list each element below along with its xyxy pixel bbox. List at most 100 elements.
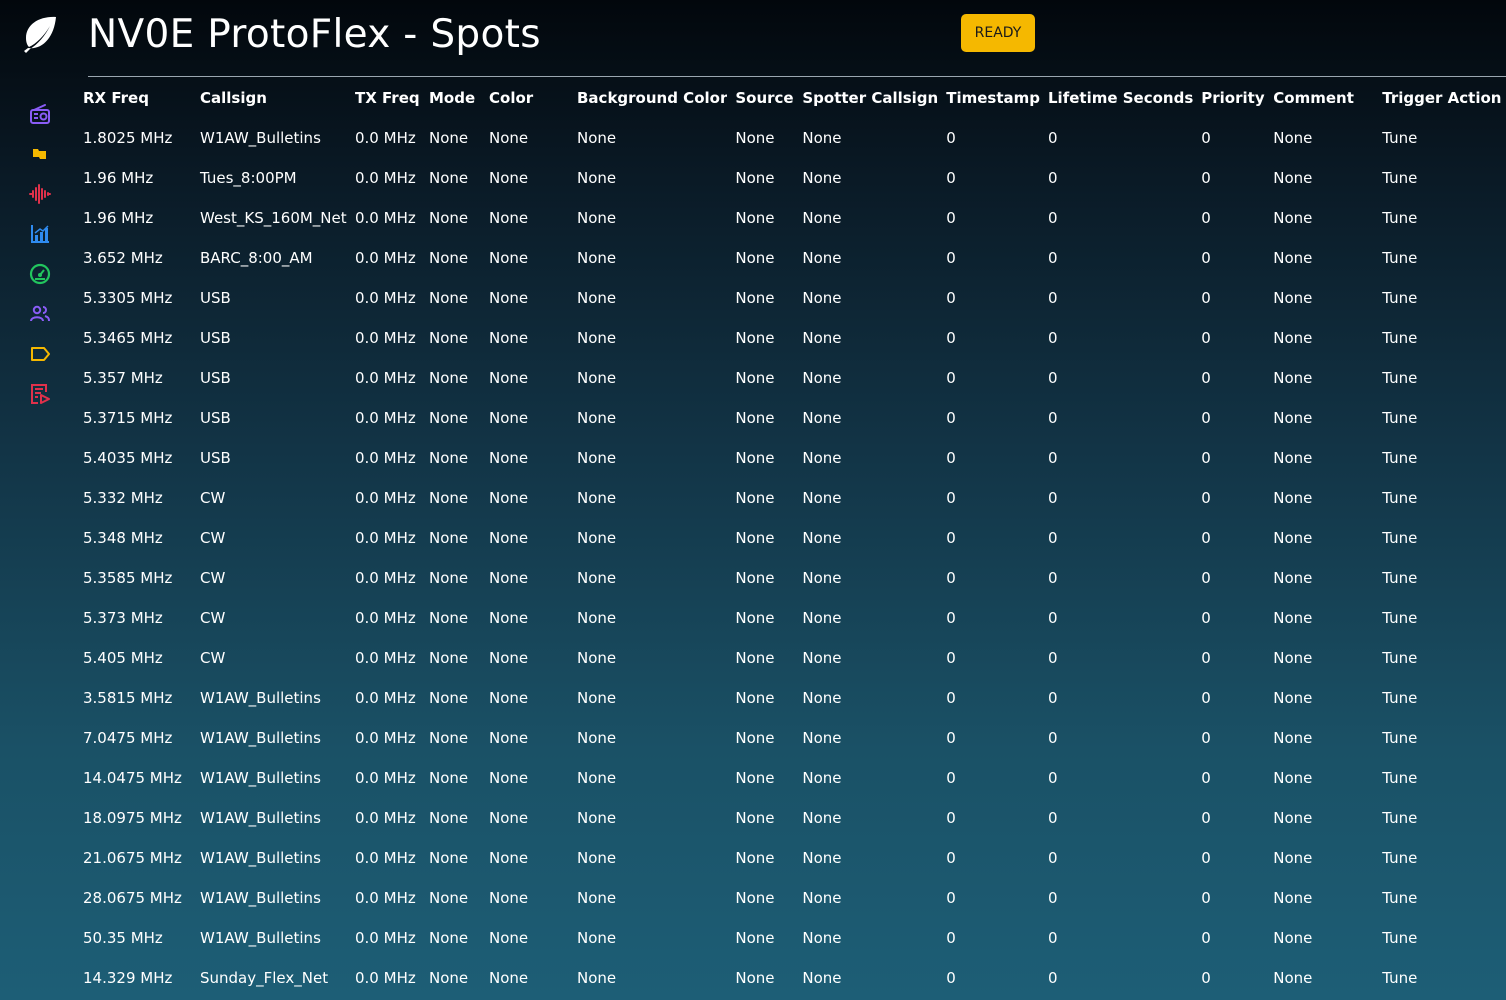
table-row[interactable]: 5.373 MHz CW 0.0 MHz None None None None None 0 0… — [75, 598, 1504, 638]
column-header-comment[interactable]: Comment — [1265, 78, 1374, 118]
table-row[interactable]: 14.329 MHz Sunday_Flex_Net 0.0 MHz None None… — [75, 958, 1504, 998]
column-header-tx-freq[interactable]: TX Freq — [347, 78, 421, 118]
table-row[interactable]: 3.652 MHz BARC_8:00_AM 0.0 MHz None None None… — [75, 238, 1504, 278]
table-row[interactable]: 5.3585 MHz CW 0.0 MHz None None None None None 0… — [75, 558, 1504, 598]
column-header-trigger-action[interactable]: Trigger Action — [1374, 78, 1504, 118]
spotter-callsign-cell: None — [802, 329, 842, 347]
rx-freq-cell: 5.332 MHz — [83, 489, 163, 507]
table-row[interactable]: 14.0475 MHz W1AW_Bulletins 0.0 MHz None None… — [75, 758, 1504, 798]
priority-cell: 0 — [1201, 529, 1211, 547]
color-cell: None — [489, 249, 529, 267]
sidebar-item-meters[interactable] — [24, 254, 56, 294]
color-cell: None — [489, 569, 529, 587]
priority-cell: 0 — [1201, 689, 1211, 707]
trigger-action-cell: Tune — [1382, 849, 1418, 867]
source-cell: None — [735, 489, 775, 507]
trigger-action-cell: Tune — [1382, 489, 1418, 507]
spotter-callsign-cell: None — [802, 889, 842, 907]
source-cell: None — [735, 609, 775, 627]
sidebar-item-statistics[interactable] — [24, 214, 56, 254]
callsign-cell: Sunday_Flex_Net — [200, 969, 329, 987]
source-cell: None — [735, 129, 775, 147]
column-header-callsign[interactable]: Callsign — [192, 78, 347, 118]
lifetime-seconds-cell: 0 — [1048, 689, 1058, 707]
sidebar-item-radio[interactable] — [24, 94, 56, 134]
color-cell: None — [489, 409, 529, 427]
rx-freq-cell: 28.0675 MHz — [83, 889, 182, 907]
spotter-callsign-cell: None — [802, 409, 842, 427]
table-row[interactable]: 5.357 MHz USB 0.0 MHz None None None None None 0… — [75, 358, 1504, 398]
mode-cell: None — [429, 449, 469, 467]
spotter-callsign-cell: None — [802, 929, 842, 947]
table-row[interactable]: 3.5815 MHz W1AW_Bulletins 0.0 MHz None None N… — [75, 678, 1504, 718]
sidebar-item-audio[interactable] — [24, 174, 56, 214]
lifetime-seconds-cell: 0 — [1048, 969, 1058, 987]
rx-freq-cell: 1.8025 MHz — [83, 129, 173, 147]
table-row[interactable]: 1.96 MHz West_KS_160M_Net 0.0 MHz None None N… — [75, 198, 1504, 238]
priority-cell: 0 — [1201, 849, 1211, 867]
column-header-source[interactable]: Source — [727, 78, 794, 118]
table-row[interactable]: 50.35 MHz W1AW_Bulletins 0.0 MHz None None No… — [75, 918, 1504, 958]
sidebar-item-log[interactable] — [24, 374, 56, 414]
users-icon — [29, 303, 51, 325]
timestamp-cell: 0 — [946, 969, 956, 987]
tx-freq-cell: 0.0 MHz — [355, 809, 416, 827]
table-row[interactable]: 18.0975 MHz W1AW_Bulletins 0.0 MHz None None… — [75, 798, 1504, 838]
table-row[interactable]: 5.405 MHz CW 0.0 MHz None None None None None 0 0… — [75, 638, 1504, 678]
sidebar-item-tags[interactable] — [24, 334, 56, 374]
mode-cell: None — [429, 969, 469, 987]
column-header-background-color[interactable]: Background Color — [569, 78, 727, 118]
mode-cell: None — [429, 609, 469, 627]
column-header-timestamp[interactable]: Timestamp — [938, 78, 1040, 118]
table-row[interactable]: 5.332 MHz CW 0.0 MHz None None None None None 0 0… — [75, 478, 1504, 518]
timestamp-cell: 0 — [946, 729, 956, 747]
ready-status-button[interactable]: READY — [961, 14, 1035, 52]
table-row[interactable]: 1.8025 MHz W1AW_Bulletins 0.0 MHz None None N… — [75, 118, 1504, 158]
tx-freq-cell: 0.0 MHz — [355, 729, 416, 747]
source-cell: None — [735, 889, 775, 907]
trigger-action-cell: Tune — [1382, 809, 1418, 827]
table-row[interactable]: 5.4035 MHz USB 0.0 MHz None None None None None… — [75, 438, 1504, 478]
table-row[interactable]: 28.0675 MHz W1AW_Bulletins 0.0 MHz None None… — [75, 878, 1504, 918]
tx-freq-cell: 0.0 MHz — [355, 929, 416, 947]
lifetime-seconds-cell: 0 — [1048, 209, 1058, 227]
lifetime-seconds-cell: 0 — [1048, 769, 1058, 787]
priority-cell: 0 — [1201, 929, 1211, 947]
table-row[interactable]: 21.0675 MHz W1AW_Bulletins 0.0 MHz None None… — [75, 838, 1504, 878]
lifetime-seconds-cell: 0 — [1048, 729, 1058, 747]
comment-cell: None — [1273, 769, 1313, 787]
sidebar-item-flags[interactable] — [24, 134, 56, 174]
lifetime-seconds-cell: 0 — [1048, 249, 1058, 267]
sidebar-item-users[interactable] — [24, 294, 56, 334]
callsign-cell: USB — [200, 289, 231, 307]
mode-cell: None — [429, 569, 469, 587]
table-row[interactable]: 5.3305 MHz USB 0.0 MHz None None None None None… — [75, 278, 1504, 318]
lifetime-seconds-cell: 0 — [1048, 129, 1058, 147]
tx-freq-cell: 0.0 MHz — [355, 249, 416, 267]
table-row[interactable]: 5.348 MHz CW 0.0 MHz None None None None None 0 0… — [75, 518, 1504, 558]
table-row[interactable]: 5.3715 MHz USB 0.0 MHz None None None None None… — [75, 398, 1504, 438]
comment-cell: None — [1273, 729, 1313, 747]
callsign-cell: CW — [200, 569, 226, 587]
background-color-cell: None — [577, 129, 617, 147]
priority-cell: 0 — [1201, 409, 1211, 427]
comment-cell: None — [1273, 489, 1313, 507]
table-row[interactable]: 5.3465 MHz USB 0.0 MHz None None None None None… — [75, 318, 1504, 358]
callsign-cell: W1AW_Bulletins — [200, 889, 321, 907]
column-header-priority[interactable]: Priority — [1193, 78, 1265, 118]
column-header-rx-freq[interactable]: RX Freq — [75, 78, 192, 118]
spotter-callsign-cell: None — [802, 729, 842, 747]
table-row[interactable]: 7.0475 MHz W1AW_Bulletins 0.0 MHz None None N… — [75, 718, 1504, 758]
column-header-lifetime-seconds[interactable]: Lifetime Seconds — [1040, 78, 1193, 118]
table-row[interactable]: 1.96 MHz Tues_8:00PM 0.0 MHz None None None No… — [75, 158, 1504, 198]
trigger-action-cell: Tune — [1382, 289, 1418, 307]
column-header-spotter-callsign[interactable]: Spotter Callsign — [794, 78, 938, 118]
tx-freq-cell: 0.0 MHz — [355, 649, 416, 667]
column-header-color[interactable]: Color — [481, 78, 569, 118]
priority-cell: 0 — [1201, 969, 1211, 987]
gauge-icon — [29, 263, 51, 285]
priority-cell: 0 — [1201, 729, 1211, 747]
mode-cell: None — [429, 289, 469, 307]
comment-cell: None — [1273, 609, 1313, 627]
column-header-mode[interactable]: Mode — [421, 78, 481, 118]
